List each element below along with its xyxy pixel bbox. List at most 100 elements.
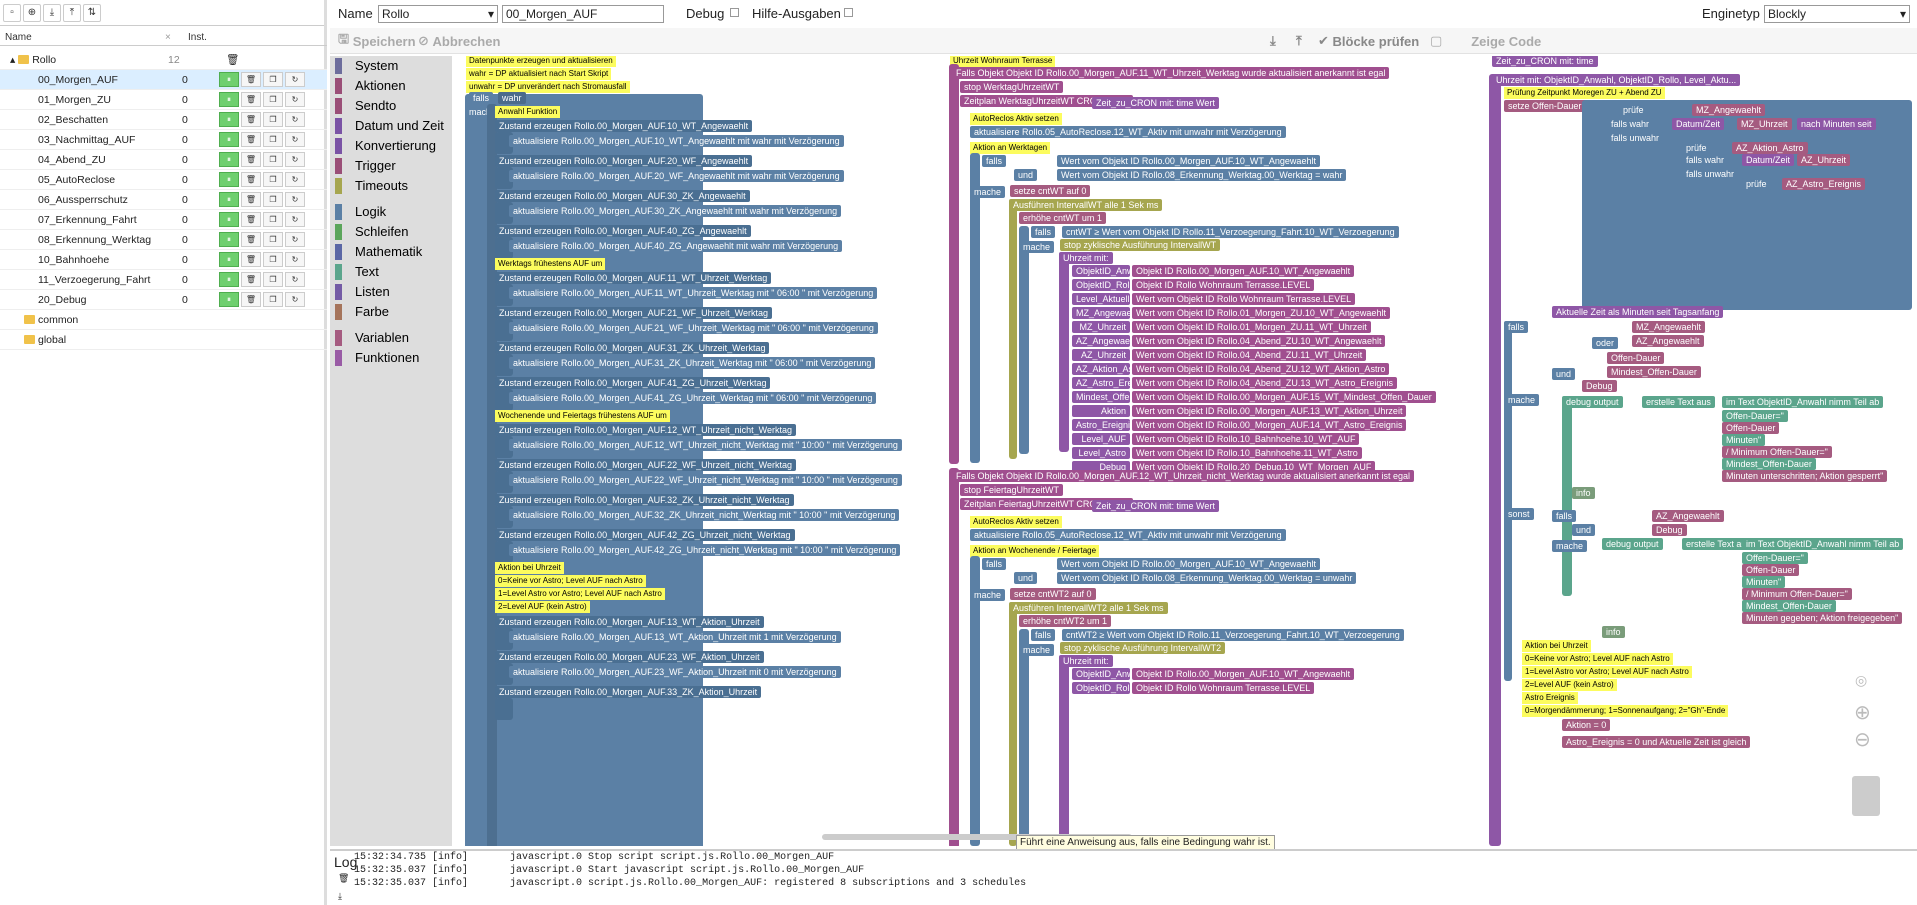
restart-icon[interactable]: ↻ xyxy=(285,152,305,167)
debug-output-2[interactable]: debug output xyxy=(1602,538,1663,550)
tree-item[interactable]: 07_Erkennung_Fahrt 0 ⏸ 🗑 ❐ ↻ xyxy=(0,210,327,230)
param-value[interactable]: Wert vom Objekt ID Rollo.10_Bahnhoehe.10… xyxy=(1132,433,1360,445)
category-variablen[interactable]: Variablen xyxy=(330,328,452,348)
tree-item[interactable]: 02_Beschatten 0 ⏸ 🗑 ❐ ↻ xyxy=(0,110,327,130)
zustand-block[interactable]: Zustand erzeugen Rollo.00_Morgen_AUF.10_… xyxy=(495,120,753,132)
falls-unwahr-label[interactable]: falls unwahr xyxy=(1607,132,1664,144)
aktualisiere-block[interactable]: aktualisiere Rollo.00_Morgen_AUF.42_ZG_U… xyxy=(509,544,901,556)
restart-icon[interactable]: ↻ xyxy=(285,112,305,127)
ausfuehren-interval[interactable]: Ausführen IntervallWT alle 1 Sek ms xyxy=(1009,199,1163,211)
aktualisiere-block[interactable]: aktualisiere Rollo.00_Morgen_AUF.40_ZG_A… xyxy=(509,240,843,252)
aktualisiere-block[interactable]: aktualisiere Rollo.00_Morgen_AUF.32_ZK_U… xyxy=(509,509,900,521)
zustand-block[interactable]: Zustand erzeugen Rollo.00_Morgen_AUF.20_… xyxy=(495,155,753,167)
condition2-2[interactable]: Wert vom Objekt ID Rollo.08_Erkennung_We… xyxy=(1057,572,1357,584)
function-param[interactable]: MZ_Angewaehlt xyxy=(1072,307,1141,319)
falls-label[interactable]: falls xyxy=(982,155,1007,167)
datumzeit-block[interactable]: Datum/Zeit xyxy=(1672,118,1725,130)
tree-item[interactable]: 05_AutoReclose 0 ⏸ 🗑 ❐ ↻ xyxy=(0,170,327,190)
mache-label[interactable]: mache xyxy=(970,186,1006,198)
im-text-block-2[interactable]: im Text ObjektID_Anwahl nimm Teil ab xyxy=(1742,538,1904,550)
text-piece-2[interactable]: Minuten" xyxy=(1742,576,1786,588)
aktualisiere-autoreclose-2[interactable]: aktualisiere Rollo.05_AutoReclose.12_WT_… xyxy=(970,529,1286,541)
function-param[interactable]: AZ_Astro_Ereignis xyxy=(1072,377,1151,389)
function-param[interactable]: Level_Astro xyxy=(1072,447,1130,459)
tree-item[interactable]: 06_Aussperrschutz 0 ⏸ 🗑 ❐ ↻ xyxy=(0,190,327,210)
stop-schedule-2[interactable]: stop FeiertagUhrzeitWT xyxy=(960,484,1064,496)
falls-label[interactable]: falls xyxy=(1031,226,1056,238)
text-piece[interactable]: / Minimum Offen-Dauer=" xyxy=(1722,446,1832,458)
text-piece-2[interactable]: Minuten gegeben; Aktion freigegeben" xyxy=(1742,612,1903,624)
delete-icon[interactable]: 🗑 xyxy=(241,172,261,187)
debug-block[interactable] xyxy=(1562,396,1572,596)
engine-select[interactable]: Blockly ▾ xyxy=(1764,5,1910,23)
function-call-2[interactable] xyxy=(1059,655,1069,845)
restart-icon[interactable]: ↻ xyxy=(285,212,305,227)
pause-icon[interactable]: ⏸ xyxy=(219,72,239,87)
delete-icon[interactable]: 🗑 xyxy=(241,212,261,227)
copy-icon[interactable]: ❐ xyxy=(263,72,283,87)
text-piece[interactable]: Offen-Dauer=" xyxy=(1722,410,1788,422)
param-value[interactable]: Objekt ID Rollo Wohnraum Terrasse.LEVEL xyxy=(1132,682,1315,694)
inner-if-block[interactable] xyxy=(1019,226,1029,454)
delete-icon[interactable]: 🗑 xyxy=(241,252,261,267)
setze-variable[interactable]: setze cntWT auf 0 xyxy=(1010,185,1091,197)
pause-icon[interactable]: ⏸ xyxy=(219,292,239,307)
restart-icon[interactable]: ↻ xyxy=(285,132,305,147)
pause-icon[interactable]: ⏸ xyxy=(219,192,239,207)
var-az[interactable]: AZ_Aktion_Astro xyxy=(1732,142,1808,154)
trash-icon[interactable] xyxy=(1852,776,1880,816)
datumzeit-block-2[interactable]: Datum/Zeit xyxy=(1742,154,1795,166)
aktualisiere-block[interactable]: aktualisiere Rollo.00_Morgen_AUF.10_WT_A… xyxy=(509,135,844,147)
function-param[interactable]: ObjektID_Rollo xyxy=(1072,279,1137,291)
function-param[interactable]: Aktion xyxy=(1072,405,1130,417)
folder-select[interactable]: Rollo ▾ xyxy=(378,5,498,23)
category-aktionen[interactable]: Aktionen xyxy=(330,76,452,96)
interval-block[interactable] xyxy=(1009,199,1017,459)
aktualisiere-autoreclose[interactable]: aktualisiere Rollo.05_AutoReclose.12_WT_… xyxy=(970,126,1286,138)
zustand-block[interactable]: Zustand erzeugen Rollo.00_Morgen_AUF.42_… xyxy=(495,529,795,541)
erstelle-text[interactable]: erstelle Text aus xyxy=(1642,396,1715,408)
zustand-block[interactable]: Zustand erzeugen Rollo.00_Morgen_AUF.33_… xyxy=(495,686,762,698)
function-param[interactable]: ObjektID_Anwahl xyxy=(1072,265,1146,277)
param-value[interactable]: Wert vom Objekt ID Rollo.04_Abend_ZU.12_… xyxy=(1132,363,1390,375)
discard-button[interactable]: ⊘ Abbrechen xyxy=(418,31,500,51)
astro-compare[interactable]: Astro_Ereignis = 0 und Aktuelle Zeit ist… xyxy=(1562,736,1751,748)
falls-label[interactable]: falls xyxy=(982,558,1007,570)
condition1-2[interactable]: Wert vom Objekt ID Rollo.00_Morgen_AUF.1… xyxy=(1057,558,1320,570)
var-azast[interactable]: AZ_Astro_Ereignis xyxy=(1782,178,1866,190)
blockly-workspace[interactable]: Datenpunkte erzeugen und aktualisieren wa… xyxy=(452,56,1917,846)
restart-icon[interactable]: ↻ xyxy=(285,92,305,107)
function-param[interactable]: Level_AUF xyxy=(1072,433,1130,445)
if-block-werktag[interactable] xyxy=(970,153,980,463)
function-param[interactable]: ObjektID_Rollo xyxy=(1072,682,1137,694)
param-value[interactable]: Wert vom Objekt ID Rollo.04_Abend_ZU.11_… xyxy=(1132,349,1367,361)
delete-icon[interactable]: 🗑 xyxy=(241,72,261,87)
zoom-reset-icon[interactable]: ◎ xyxy=(1855,672,1867,689)
inner-condition[interactable]: cntWT ≥ Wert vom Objekt ID Rollo.11_Verz… xyxy=(1062,226,1399,238)
zustand-body[interactable] xyxy=(495,698,513,720)
zustand-block[interactable]: Zustand erzeugen Rollo.00_Morgen_AUF.23_… xyxy=(495,651,764,663)
und-block[interactable]: und xyxy=(1014,572,1038,584)
copy-icon[interactable]: ❐ xyxy=(263,272,283,287)
category-listen[interactable]: Listen xyxy=(330,282,452,302)
tree-item[interactable]: 11_Verzoegerung_Fahrt 0 ⏸ 🗑 ❐ ↻ xyxy=(0,270,327,290)
param-value[interactable]: Wert vom Objekt ID Rollo.00_Morgen_AUF.1… xyxy=(1132,419,1407,431)
tree-folder-common[interactable]: common xyxy=(0,310,327,330)
text-piece-2[interactable]: Offen-Dauer=" xyxy=(1742,552,1808,564)
restart-icon[interactable]: ↻ xyxy=(285,252,305,267)
category-farbe[interactable]: Farbe xyxy=(330,302,452,322)
param-value[interactable]: Wert vom Objekt ID Rollo.00_Morgen_AUF.1… xyxy=(1132,391,1436,403)
zustand-block[interactable]: Zustand erzeugen Rollo.00_Morgen_AUF.21_… xyxy=(495,307,772,319)
function-param[interactable]: ObjektID_Anwahl xyxy=(1072,668,1146,680)
category-mathematik[interactable]: Mathematik xyxy=(330,242,452,262)
copy-icon[interactable]: ❐ xyxy=(263,252,283,267)
delete-icon[interactable]: 🗑 xyxy=(241,292,261,307)
aktualisiere-block[interactable]: aktualisiere Rollo.00_Morgen_AUF.22_WF_U… xyxy=(509,474,902,486)
uhrzeit-function[interactable]: Uhrzeit mit: xyxy=(1059,252,1113,264)
category-trigger[interactable]: Trigger xyxy=(330,156,452,176)
zustand-block[interactable]: Zustand erzeugen Rollo.00_Morgen_AUF.11_… xyxy=(495,272,772,284)
function-param[interactable]: MZ_Uhrzeit xyxy=(1072,321,1130,333)
category-sendto[interactable]: Sendto xyxy=(330,96,452,116)
pause-icon[interactable]: ⏸ xyxy=(219,132,239,147)
falls-label-2[interactable]: falls xyxy=(1552,510,1577,522)
